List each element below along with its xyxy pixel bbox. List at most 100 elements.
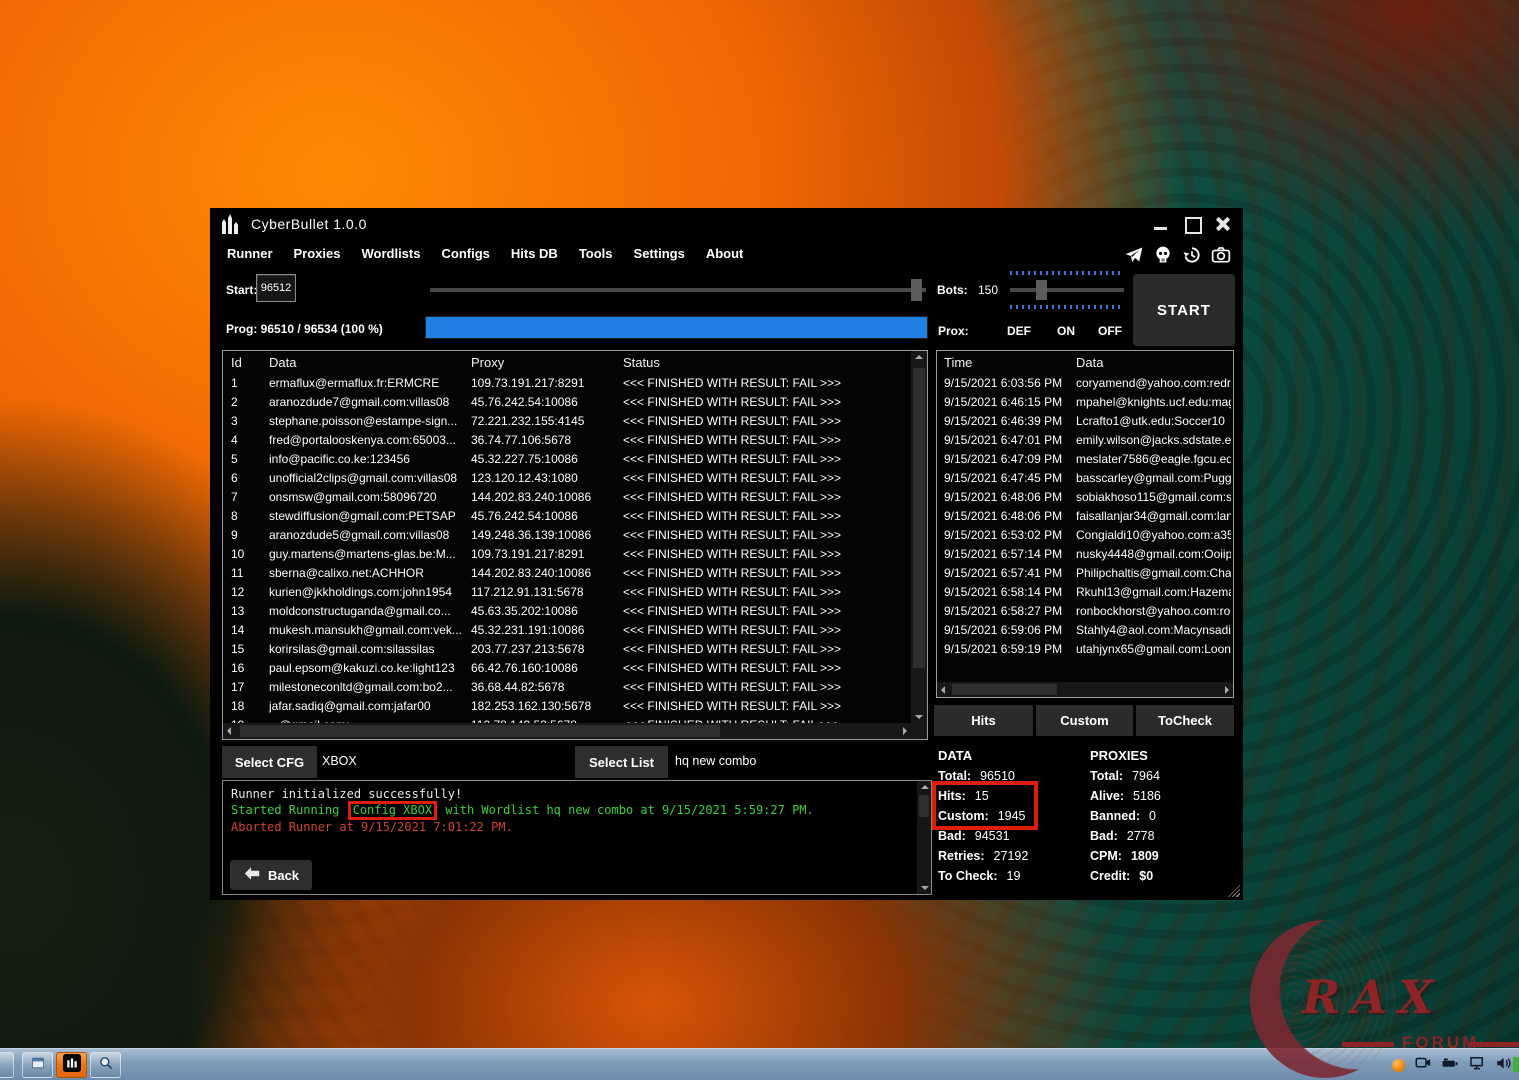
- telegram-icon[interactable]: [1124, 245, 1144, 270]
- scroll-down-icon[interactable]: [915, 715, 923, 719]
- table-row[interactable]: 18 jafar.sadiq@gmail.com:jafar00 182.253…: [223, 699, 911, 718]
- menu-tools[interactable]: Tools: [579, 246, 613, 261]
- column-header-status[interactable]: Status: [623, 355, 911, 370]
- minimize-icon[interactable]: [1153, 216, 1169, 232]
- menu-settings[interactable]: Settings: [634, 246, 685, 261]
- select-cfg-button[interactable]: Select CFG: [222, 746, 317, 778]
- table-row[interactable]: 11 sberna@calixo.net:ACHHOR 144.202.83.2…: [223, 566, 911, 585]
- taskbar-cyberbullet-button[interactable]: [56, 1052, 87, 1078]
- battery-icon[interactable]: [1441, 1054, 1459, 1077]
- menu-about[interactable]: About: [706, 246, 744, 261]
- list-item[interactable]: 9/15/2021 6:59:06 PM Stahly4@aol.com:Mac…: [937, 623, 1233, 642]
- scrollbar-thumb[interactable]: [952, 684, 1057, 695]
- slider-track[interactable]: [1010, 288, 1124, 292]
- menu-hits-db[interactable]: Hits DB: [511, 246, 558, 261]
- scrollbar-thumb[interactable]: [240, 725, 720, 737]
- scroll-left-icon[interactable]: [941, 686, 945, 694]
- list-item[interactable]: 9/15/2021 6:57:14 PM nusky4448@gmail.com…: [937, 547, 1233, 566]
- table-row[interactable]: 17 milestoneconltd@gmail.com:bo2... 36.6…: [223, 680, 911, 699]
- list-item[interactable]: 9/15/2021 6:47:09 PM meslater7586@eagle.…: [937, 452, 1233, 471]
- start-button[interactable]: START: [1133, 274, 1235, 346]
- tab-custom[interactable]: Custom: [1036, 705, 1133, 736]
- prox-option-def[interactable]: DEF: [1007, 324, 1031, 338]
- skull-icon[interactable]: [1153, 245, 1173, 270]
- scroll-right-icon[interactable]: [1225, 686, 1229, 694]
- list-item[interactable]: 9/15/2021 6:57:41 PM Philipchaltis@gmail…: [937, 566, 1233, 585]
- menu-configs[interactable]: Configs: [441, 246, 489, 261]
- table-row[interactable]: 7 onsmsw@gmail.com:58096720 144.202.83.2…: [223, 490, 911, 509]
- list-item[interactable]: 9/15/2021 6:58:27 PM ronbockhorst@yahoo.…: [937, 604, 1233, 623]
- progress-slider[interactable]: [430, 278, 926, 302]
- history-icon[interactable]: [1182, 245, 1202, 270]
- volume-icon[interactable]: [1495, 1054, 1513, 1077]
- list-item[interactable]: 9/15/2021 6:48:06 PM sobiakhoso115@gmail…: [937, 490, 1233, 509]
- list-item[interactable]: 9/15/2021 6:47:45 PM basscarley@gmail.co…: [937, 471, 1233, 490]
- table-row[interactable]: 5 info@pacific.co.ke:123456 45.32.227.75…: [223, 452, 911, 471]
- table-row[interactable]: 2 aranozdude7@gmail.com:villas08 45.76.2…: [223, 395, 911, 414]
- close-icon[interactable]: [1215, 216, 1231, 232]
- scroll-up-icon[interactable]: [915, 355, 923, 359]
- maximize-icon[interactable]: [1184, 216, 1200, 232]
- column-header-id[interactable]: Id: [231, 355, 265, 370]
- table-row[interactable]: 13 moldconstructuganda@gmail.co... 45.63…: [223, 604, 911, 623]
- table-row[interactable]: 14 mukesh.mansukh@gmail.com:vek... 45.32…: [223, 623, 911, 642]
- list-item[interactable]: 9/15/2021 6:03:56 PM coryamend@yahoo.com…: [937, 376, 1233, 395]
- list-item[interactable]: 9/15/2021 6:48:06 PM faisallanjar34@gmai…: [937, 509, 1233, 528]
- tab-tocheck[interactable]: ToCheck: [1136, 705, 1234, 736]
- column-header-data[interactable]: Data: [269, 355, 467, 370]
- orange-ball-icon[interactable]: [1392, 1059, 1405, 1072]
- list-item[interactable]: 9/15/2021 6:47:01 PM emily.wilson@jacks.…: [937, 433, 1233, 452]
- table-row[interactable]: 6 unofficial2clips@gmail.com:villas08 12…: [223, 471, 911, 490]
- table-row[interactable]: 3 stephane.poisson@estampe-sign... 72.22…: [223, 414, 911, 433]
- scroll-left-icon[interactable]: [227, 727, 231, 735]
- horizontal-scrollbar[interactable]: [937, 682, 1233, 697]
- slider-handle[interactable]: [911, 279, 922, 301]
- scrollbar-thumb[interactable]: [919, 795, 929, 817]
- scrollbar-thumb[interactable]: [913, 368, 925, 668]
- table-row[interactable]: 16 paul.epsom@kakuzi.co.ke:light123 66.4…: [223, 661, 911, 680]
- list-item[interactable]: 9/15/2021 6:53:02 PM Congialdi10@yahoo.c…: [937, 528, 1233, 547]
- scroll-up-icon[interactable]: [921, 785, 929, 789]
- bots-slider[interactable]: [1010, 271, 1124, 309]
- antivirus-icon[interactable]: [1513, 1057, 1519, 1072]
- column-header-time[interactable]: Time: [944, 355, 1074, 370]
- list-item[interactable]: 9/15/2021 6:59:19 PM utahjynx65@gmail.co…: [937, 642, 1233, 661]
- horizontal-scrollbar[interactable]: [223, 723, 911, 739]
- column-header-data[interactable]: Data: [1076, 355, 1231, 370]
- scroll-right-icon[interactable]: [903, 727, 907, 735]
- column-header-proxy[interactable]: Proxy: [471, 355, 619, 370]
- resize-grip[interactable]: [1228, 885, 1240, 897]
- scroll-down-icon[interactable]: [921, 886, 929, 890]
- taskbar-edge-button[interactable]: [0, 1052, 14, 1078]
- capture-icon[interactable]: [1414, 1054, 1432, 1077]
- menu-wordlists[interactable]: Wordlists: [361, 246, 420, 261]
- vertical-scrollbar[interactable]: [911, 351, 927, 723]
- stat-proxy-alive: Alive:5186: [1090, 786, 1240, 806]
- prox-option-on[interactable]: ON: [1057, 324, 1075, 338]
- table-row[interactable]: 1 ermaflux@ermaflux.fr:ERMCRE 109.73.191…: [223, 376, 911, 395]
- table-row[interactable]: 12 kurien@jkkholdings.com:john1954 117.2…: [223, 585, 911, 604]
- start-input[interactable]: 96512: [256, 274, 296, 302]
- menu-runner[interactable]: Runner: [227, 246, 273, 261]
- table-row[interactable]: 4 fred@portalooskenya.com:65003... 36.74…: [223, 433, 911, 452]
- list-item[interactable]: 9/15/2021 6:58:14 PM Rkuhl13@gmail.com:H…: [937, 585, 1233, 604]
- network-icon[interactable]: [1468, 1054, 1486, 1077]
- list-item[interactable]: 9/15/2021 6:46:39 PM Lcrafto1@utk.edu:So…: [937, 414, 1233, 433]
- taskbar-search-button[interactable]: [90, 1052, 121, 1078]
- titlebar: CyberBullet 1.0.0: [210, 208, 1243, 240]
- table-row[interactable]: 8 stewdiffusion@gmail.com:PETSAP 45.76.2…: [223, 509, 911, 528]
- slider-handle[interactable]: [1036, 280, 1047, 300]
- table-row[interactable]: 10 guy.martens@martens-glas.be:M... 109.…: [223, 547, 911, 566]
- select-list-button[interactable]: Select List: [575, 746, 668, 778]
- list-item[interactable]: 9/15/2021 6:46:15 PM mpahel@knights.ucf.…: [937, 395, 1233, 414]
- menu-proxies[interactable]: Proxies: [294, 246, 341, 261]
- back-button[interactable]: Back: [230, 860, 312, 890]
- slider-track[interactable]: [430, 288, 926, 292]
- tab-hits[interactable]: Hits: [934, 705, 1033, 736]
- table-row[interactable]: 9 aranozdude5@gmail.com:villas08 149.248…: [223, 528, 911, 547]
- taskbar-app-button[interactable]: [22, 1052, 53, 1078]
- vertical-scrollbar[interactable]: [917, 781, 931, 894]
- camera-icon[interactable]: [1211, 245, 1231, 270]
- prox-option-off[interactable]: OFF: [1098, 324, 1122, 338]
- table-row[interactable]: 15 korirsilas@gmail.com:silassilas 203.7…: [223, 642, 911, 661]
